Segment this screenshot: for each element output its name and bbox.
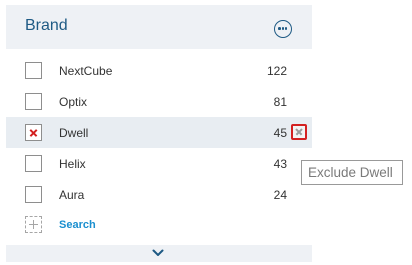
checkbox-aura[interactable] (25, 186, 42, 203)
filter-header: Brand (6, 5, 312, 49)
checkbox-dwell-excluded[interactable] (25, 124, 42, 141)
filter-title: Brand (25, 17, 68, 34)
item-count: 45 (273, 126, 287, 140)
item-label: Optix (59, 95, 88, 109)
list-item-dwell[interactable]: Dwell 45 (6, 117, 312, 148)
item-count: 122 (266, 64, 287, 78)
search-row[interactable]: Search (6, 214, 312, 236)
search-link[interactable]: Search (59, 219, 96, 231)
exclude-icon[interactable] (291, 124, 307, 140)
more-options-icon[interactable] (274, 20, 292, 38)
item-label: Helix (59, 157, 86, 171)
add-dashed-icon[interactable] (25, 216, 42, 233)
brand-list: NextCube 122 Optix 81 Dwell 45 Helix 43 … (6, 55, 312, 210)
checkbox-nextcube[interactable] (25, 62, 42, 79)
item-label: NextCube (59, 64, 113, 78)
item-label: Dwell (59, 126, 89, 140)
list-item-optix[interactable]: Optix 81 (6, 86, 312, 117)
list-item-helix[interactable]: Helix 43 (6, 148, 312, 179)
checkbox-helix[interactable] (25, 155, 42, 172)
exclude-tooltip: Exclude Dwell (301, 160, 403, 185)
list-item-aura[interactable]: Aura 24 (6, 179, 312, 210)
chevron-down-icon[interactable] (152, 249, 164, 257)
brand-filter-panel: Brand NextCube 122 Optix 81 Dwell 45 Hel… (6, 5, 312, 262)
checkbox-optix[interactable] (25, 93, 42, 110)
expand-bar[interactable] (6, 245, 312, 262)
item-count: 24 (273, 188, 287, 202)
item-label: Aura (59, 188, 85, 202)
item-count: 81 (273, 95, 287, 109)
item-count: 43 (273, 157, 287, 171)
list-item-nextcube[interactable]: NextCube 122 (6, 55, 312, 86)
